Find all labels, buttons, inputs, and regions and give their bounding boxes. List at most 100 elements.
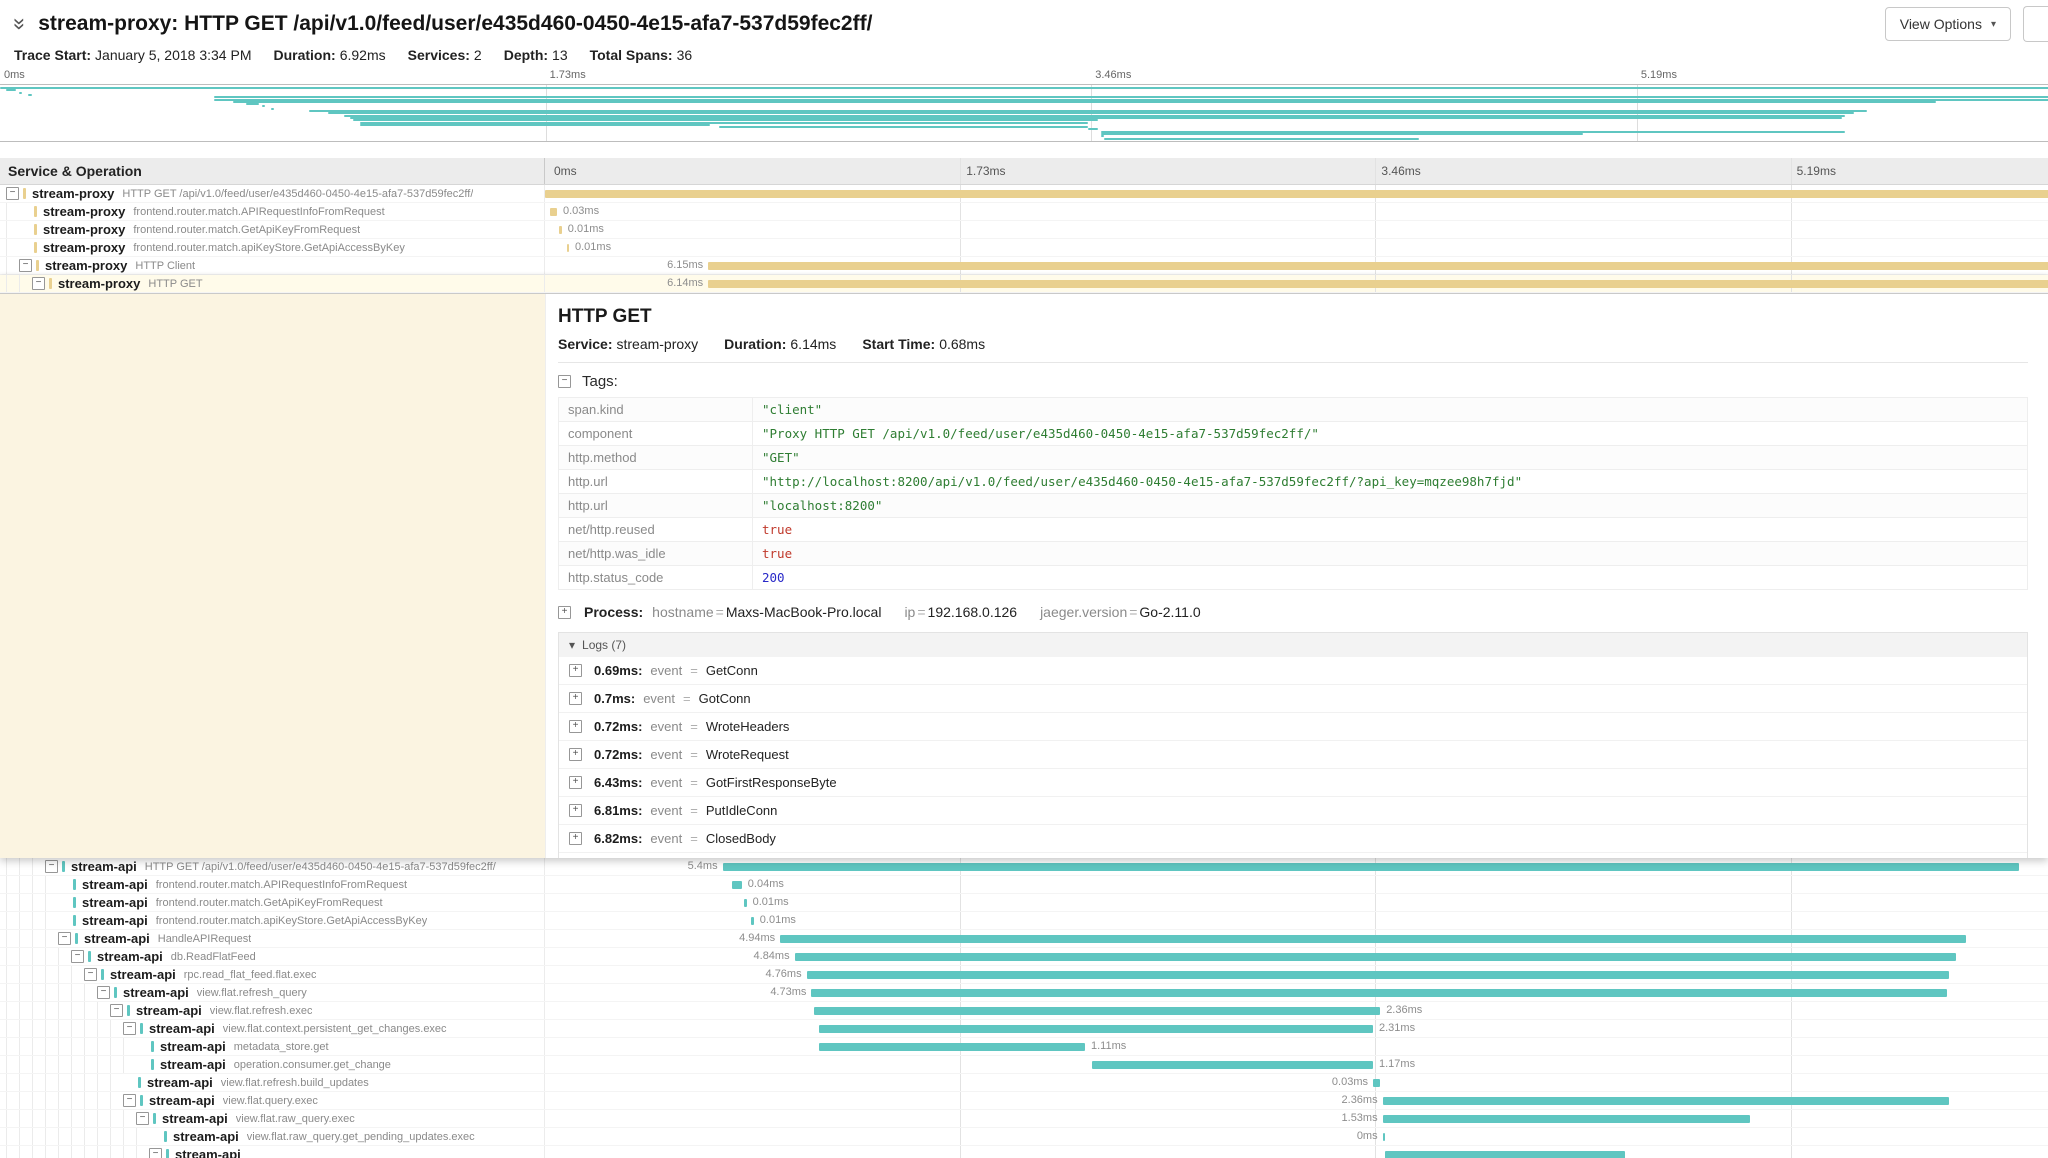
collapse-icon[interactable]: − [558, 375, 571, 388]
span-name-cell[interactable]: stream-proxy frontend.router.match.apiKey… [0, 239, 545, 256]
span-row[interactable]: stream-api view.flat.refresh.build_update… [0, 1074, 2048, 1092]
collapse-expander-icon[interactable]: − [136, 1112, 149, 1125]
collapse-expander-icon[interactable]: − [110, 1004, 123, 1017]
span-duration-bar[interactable] [1385, 1151, 1625, 1158]
span-duration-bar[interactable] [708, 262, 2048, 270]
span-duration-bar[interactable] [1092, 1061, 1373, 1069]
span-timeline-cell[interactable]: 1.11ms [545, 1038, 2048, 1055]
span-timeline-cell[interactable]: 0.01ms [545, 894, 2048, 911]
span-timeline-cell[interactable]: 0.03ms [545, 203, 2048, 220]
span-name-cell[interactable]: − stream-api view.flat.refresh.exec [0, 1002, 545, 1019]
span-name-cell[interactable]: − stream-api HandleAPIRequest [0, 930, 545, 947]
expand-icon[interactable]: + [569, 664, 582, 677]
span-row[interactable]: − stream-api view.flat.context.persistent_… [0, 1020, 2048, 1038]
span-row[interactable]: − stream-api view.flat.query.exec 2.36ms [0, 1092, 2048, 1110]
span-duration-bar[interactable] [751, 917, 754, 925]
span-name-cell[interactable]: stream-api frontend.router.match.apiKeySt… [0, 912, 545, 929]
span-duration-bar[interactable] [1382, 1133, 1385, 1141]
span-timeline-cell[interactable]: 4.84ms [545, 948, 2048, 965]
span-timeline-cell[interactable]: 5.4ms [545, 858, 2048, 875]
span-name-cell[interactable]: − stream-proxy HTTP Client [0, 257, 545, 274]
span-row[interactable]: − stream-proxy HTTP GET 6.14ms [0, 275, 2048, 293]
collapse-expander-icon[interactable]: − [84, 968, 97, 981]
span-name-cell[interactable]: stream-api view.flat.refresh.build_update… [0, 1074, 545, 1091]
collapse-expander-icon[interactable]: − [45, 860, 58, 873]
collapse-expander-icon[interactable]: − [32, 277, 45, 290]
span-row[interactable]: − stream-api rpc.read_flat_feed.flat.exec 4… [0, 966, 2048, 984]
span-row[interactable]: stream-api frontend.router.match.apiKeySt… [0, 912, 2048, 930]
span-duration-bar[interactable] [811, 989, 1947, 997]
span-row[interactable]: − stream-api db.ReadFlatFeed 4.84ms [0, 948, 2048, 966]
expand-icon[interactable]: + [569, 832, 582, 845]
span-timeline-cell[interactable]: 0.01ms [545, 912, 2048, 929]
collapse-expander-icon[interactable]: − [58, 932, 71, 945]
collapse-expander-icon[interactable]: − [123, 1022, 136, 1035]
expand-icon[interactable]: + [569, 776, 582, 789]
collapse-all-icon[interactable]: » [8, 18, 33, 30]
span-duration-bar[interactable] [732, 881, 742, 889]
span-timeline-cell[interactable] [545, 185, 2048, 202]
span-name-cell[interactable]: − stream-proxy HTTP GET [0, 275, 545, 292]
process-section[interactable]: + Process: hostname = Maxs-MacBook-Pro.loc… [558, 604, 2028, 620]
trace-minimap[interactable] [0, 84, 2048, 142]
span-timeline-cell[interactable]: 2.31ms [545, 1020, 2048, 1037]
span-duration-bar[interactable] [1373, 1079, 1381, 1087]
span-name-cell[interactable]: − stream-api HTTP GET /api/v1.0/feed/user/… [0, 858, 545, 875]
span-name-cell[interactable]: stream-api metadata_store.get [0, 1038, 545, 1055]
span-name-cell[interactable]: stream-api operation.consumer.get_change [0, 1056, 545, 1073]
span-name-cell[interactable]: − stream-api view.flat.context.persistent_… [0, 1020, 545, 1037]
span-duration-bar[interactable] [744, 899, 747, 907]
span-timeline-cell[interactable]: 4.94ms [545, 930, 2048, 947]
span-duration-bar[interactable] [708, 280, 2048, 288]
span-timeline-cell[interactable]: 2.36ms [545, 1002, 2048, 1019]
span-duration-bar[interactable] [818, 1025, 1373, 1033]
span-timeline-cell[interactable] [545, 1146, 2048, 1158]
log-item[interactable]: +0.7ms: event = GotConn [559, 685, 2027, 713]
log-item[interactable]: +0.69ms: event = GetConn [559, 657, 2027, 685]
span-timeline-cell[interactable]: 1.53ms [545, 1110, 2048, 1127]
clipped-search-control[interactable] [2023, 6, 2048, 42]
span-duration-bar[interactable] [566, 244, 569, 252]
span-row[interactable]: − stream-api HandleAPIRequest 4.94ms [0, 930, 2048, 948]
expand-icon[interactable]: + [569, 692, 582, 705]
collapse-expander-icon[interactable]: − [71, 950, 84, 963]
span-row[interactable]: stream-proxy frontend.router.match.APIReq… [0, 203, 2048, 221]
span-name-cell[interactable]: stream-api frontend.router.match.GetApiKe… [0, 894, 545, 911]
span-name-cell[interactable]: − stream-api db.ReadFlatFeed [0, 948, 545, 965]
span-name-cell[interactable]: − stream-api view.flat.raw_query.exec [0, 1110, 545, 1127]
span-duration-bar[interactable] [722, 863, 2019, 871]
span-row[interactable]: − stream-proxy HTTP Client 6.15ms [0, 257, 2048, 275]
span-duration-bar[interactable] [806, 971, 1949, 979]
span-timeline-cell[interactable]: 0ms [545, 1128, 2048, 1145]
span-name-cell[interactable]: − stream-proxy HTTP GET /api/v1.0/feed/use… [0, 185, 545, 202]
span-name-cell[interactable]: stream-api frontend.router.match.APIReque… [0, 876, 545, 893]
collapse-expander-icon[interactable]: − [6, 187, 19, 200]
collapse-expander-icon[interactable]: − [19, 259, 32, 272]
span-duration-bar[interactable] [1382, 1115, 1750, 1123]
expand-icon[interactable]: + [569, 804, 582, 817]
view-options-button[interactable]: View Options ▾ [1884, 7, 2011, 41]
log-item[interactable]: +6.43ms: event = GotFirstResponseByte [559, 769, 2027, 797]
span-name-cell[interactable]: stream-api view.flat.raw_query.get_pendin… [0, 1128, 545, 1145]
span-duration-bar[interactable] [545, 190, 2048, 198]
expand-icon[interactable]: + [558, 605, 571, 619]
span-duration-bar[interactable] [818, 1043, 1085, 1051]
span-name-cell[interactable]: − stream-api [0, 1146, 545, 1158]
span-row[interactable]: stream-proxy frontend.router.match.apiKey… [0, 239, 2048, 257]
span-duration-bar[interactable] [813, 1007, 1381, 1015]
span-row[interactable]: stream-proxy frontend.router.match.GetApi… [0, 221, 2048, 239]
span-row[interactable]: − stream-api HTTP GET /api/v1.0/feed/user/… [0, 858, 2048, 876]
span-name-cell[interactable]: − stream-api rpc.read_flat_feed.flat.exec [0, 966, 545, 983]
collapse-expander-icon[interactable]: − [123, 1094, 136, 1107]
span-row[interactable]: − stream-api view.flat.refresh_query 4.73ms [0, 984, 2048, 1002]
expand-icon[interactable]: + [569, 748, 582, 761]
span-name-cell[interactable]: − stream-api view.flat.refresh_query [0, 984, 545, 1001]
logs-section-toggle[interactable]: ▾ Logs (7) [559, 633, 2027, 657]
span-name-cell[interactable]: stream-proxy frontend.router.match.APIReq… [0, 203, 545, 220]
tags-section-toggle[interactable]: − Tags: [558, 373, 2028, 390]
span-timeline-cell[interactable]: 1.17ms [545, 1056, 2048, 1073]
span-timeline-cell[interactable]: 4.73ms [545, 984, 2048, 1001]
span-timeline-cell[interactable]: 4.76ms [545, 966, 2048, 983]
log-item[interactable]: +0.72ms: event = WroteHeaders [559, 713, 2027, 741]
span-timeline-cell[interactable]: 0.04ms [545, 876, 2048, 893]
